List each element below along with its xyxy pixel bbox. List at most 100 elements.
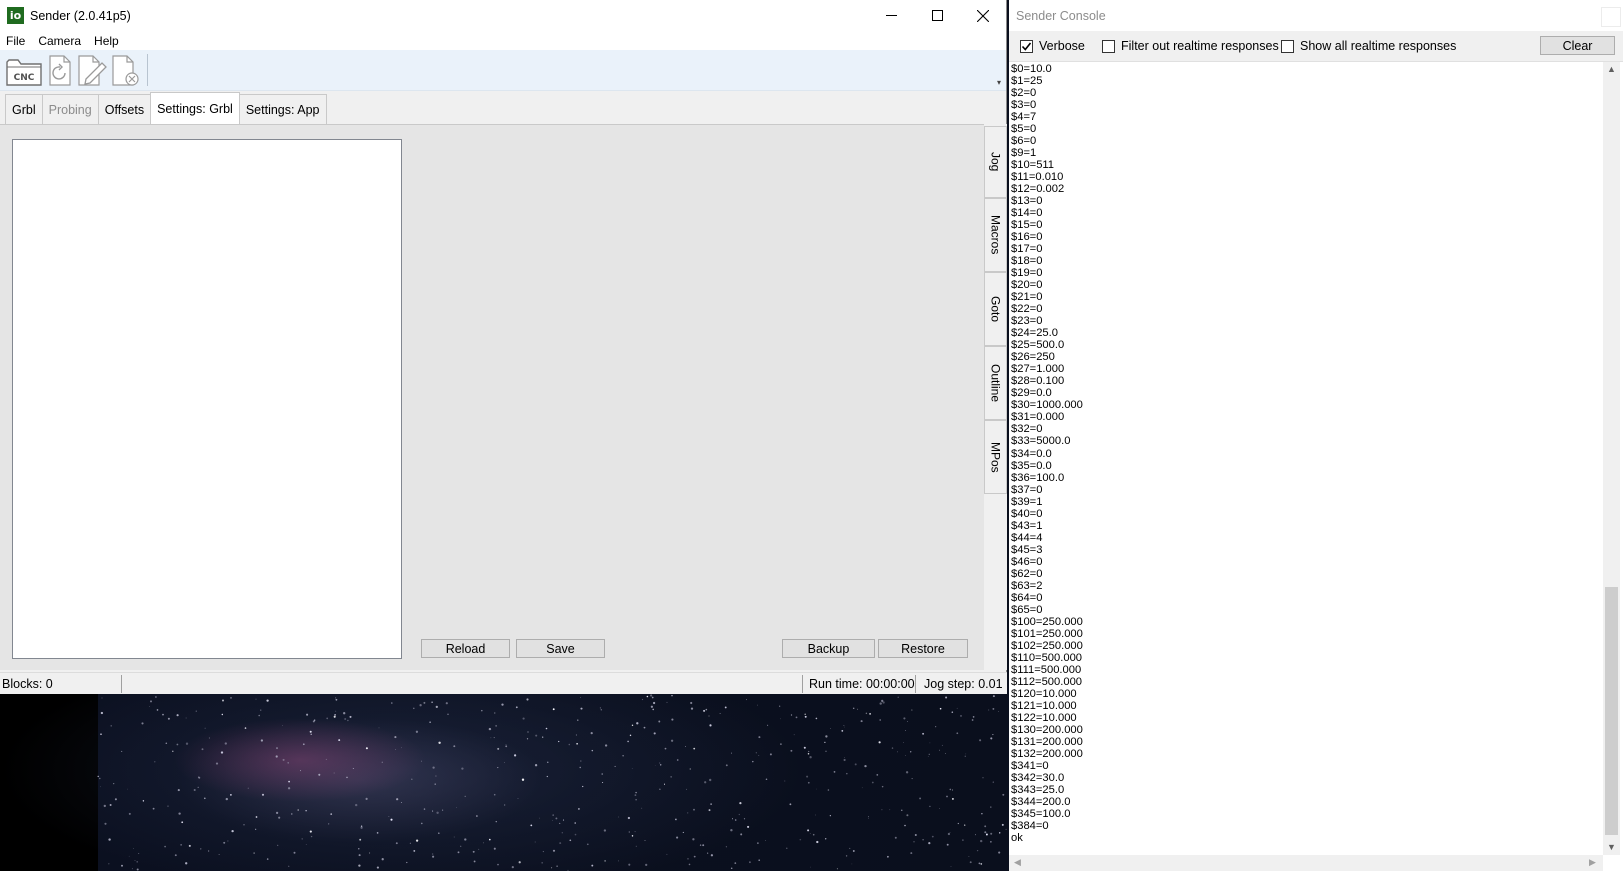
console-titlebar[interactable]: Sender Console — [1009, 0, 1623, 31]
console-line: $9=1 — [1011, 147, 1037, 160]
reload-icon — [49, 55, 71, 86]
console-line: $20=0 — [1011, 279, 1043, 292]
backup-button[interactable]: Backup — [782, 639, 875, 658]
console-line: $15=0 — [1011, 219, 1043, 232]
console-line: $12=0.002 — [1011, 183, 1065, 196]
status-blocks: Blocks: 0 — [2, 677, 53, 691]
tab-settings-app[interactable]: Settings: App — [238, 94, 327, 124]
console-line: $18=0 — [1011, 255, 1043, 268]
console-close-button[interactable] — [1601, 7, 1621, 27]
save-button[interactable]: Save — [516, 639, 605, 658]
side-tab-mpos[interactable]: MPos — [984, 420, 1007, 494]
console-line: $36=100.0 — [1011, 471, 1065, 484]
menu-help[interactable]: Help — [94, 34, 119, 48]
show-realtime-checkbox[interactable]: Show all realtime responses — [1281, 39, 1456, 53]
verbose-checkbox[interactable]: Verbose — [1020, 39, 1085, 53]
console-line: $19=0 — [1011, 267, 1043, 280]
console-window: Sender Console Verbose Filter out realti… — [1009, 0, 1623, 871]
side-tab-jog[interactable]: Jog — [984, 126, 1007, 198]
console-line: $17=0 — [1011, 243, 1043, 256]
console-line: $13=0 — [1011, 195, 1043, 208]
console-line: $25=500.0 — [1011, 339, 1065, 352]
minimize-button[interactable] — [868, 0, 914, 31]
console-output[interactable]: $0=10.0 $1=25 $2=0 $3=0 $4=7 $5=0 $6=0 $9=1 $10=… — [1009, 62, 1603, 855]
verbose-label: Verbose — [1039, 39, 1085, 53]
tab-offsets[interactable]: Offsets — [97, 94, 152, 124]
toolbar-overflow-icon[interactable]: ▾ — [997, 78, 1001, 87]
status-run-time: Run time: 00:00:00 — [809, 677, 915, 691]
tab-probing[interactable]: Probing — [41, 94, 99, 124]
console-vertical-scrollbar[interactable]: ▲ ▼ — [1603, 62, 1620, 855]
show-realtime-checkbox-box[interactable] — [1281, 39, 1294, 53]
maximize-button[interactable] — [914, 0, 960, 31]
main-tabs: Grbl Probing Offsets Settings: Grbl Sett… — [5, 92, 327, 125]
console-line: $121=10.000 — [1011, 699, 1077, 712]
edit-file-button[interactable] — [76, 52, 110, 88]
scroll-down-icon[interactable]: ▼ — [1607, 842, 1616, 852]
console-toolbar: Verbose Filter out realtime responses Sh… — [1009, 31, 1623, 62]
menu-camera[interactable]: Camera — [38, 34, 81, 48]
console-line: $100=250.000 — [1011, 615, 1083, 628]
sender-titlebar[interactable]: io Sender (2.0.41p5) — [0, 0, 1006, 31]
side-tab-strip: Jog Macros Goto Outline MPos — [984, 124, 1007, 670]
side-tab-goto[interactable]: Goto — [984, 272, 1007, 346]
side-tab-outline[interactable]: Outline — [984, 346, 1007, 420]
tab-settings-grbl[interactable]: Settings: Grbl — [150, 92, 240, 125]
svg-text:CNC: CNC — [14, 73, 35, 83]
console-line: $0=10.0 — [1011, 63, 1052, 75]
console-line: $4=7 — [1011, 111, 1037, 124]
scrollbar-thumb[interactable] — [1605, 587, 1618, 835]
console-line: $101=250.000 — [1011, 627, 1083, 640]
filter-realtime-label: Filter out realtime responses — [1121, 39, 1279, 53]
sender-window: io Sender (2.0.41p5) File Camera Help CN… — [0, 0, 1007, 694]
settings-list[interactable] — [12, 139, 402, 659]
console-line: $343=25.0 — [1011, 783, 1065, 796]
main-toolbar: CNC ▾ — [0, 50, 1006, 91]
console-line: $1=25 — [1011, 75, 1043, 88]
console-line: $23=0 — [1011, 315, 1043, 328]
console-line: $130=200.000 — [1011, 723, 1083, 736]
console-line: $40=0 — [1011, 507, 1043, 520]
reload-file-button[interactable] — [46, 52, 80, 88]
close-button[interactable] — [960, 0, 1006, 31]
console-line: $345=100.0 — [1011, 807, 1071, 820]
console-line: $2=0 — [1011, 87, 1037, 100]
console-line: $24=25.0 — [1011, 327, 1058, 340]
console-line: $120=10.000 — [1011, 687, 1077, 700]
console-line: $64=0 — [1011, 591, 1043, 604]
side-tab-macros[interactable]: Macros — [984, 198, 1007, 272]
console-line: $44=4 — [1011, 531, 1043, 544]
console-line: $33=5000.0 — [1011, 435, 1071, 448]
console-line: $63=2 — [1011, 579, 1043, 592]
tab-grbl[interactable]: Grbl — [5, 94, 43, 124]
reload-button[interactable]: Reload — [421, 639, 510, 658]
clear-button[interactable]: Clear — [1540, 36, 1615, 55]
console-line: $342=30.0 — [1011, 771, 1065, 784]
console-line: $111=500.000 — [1011, 663, 1082, 676]
console-line: $16=0 — [1011, 231, 1043, 244]
toolbar-separator — [147, 54, 148, 86]
window-controls — [868, 0, 1006, 31]
console-line: $11=0.010 — [1011, 171, 1064, 184]
console-line: $10=511 — [1011, 159, 1055, 172]
close-file-button[interactable] — [110, 52, 144, 88]
status-separator — [121, 675, 122, 693]
scroll-left-icon[interactable]: ◀ — [1014, 857, 1021, 868]
scroll-right-icon[interactable]: ▶ — [1589, 857, 1596, 868]
console-line: $131=200.000 — [1011, 735, 1083, 748]
console-line: $30=1000.000 — [1011, 399, 1083, 412]
show-realtime-label: Show all realtime responses — [1300, 39, 1457, 53]
console-line: $102=250.000 — [1011, 639, 1083, 652]
console-line: $29=0.0 — [1011, 387, 1052, 400]
open-file-button[interactable]: CNC — [5, 52, 42, 88]
menu-file[interactable]: File — [6, 34, 25, 48]
console-line: $32=0 — [1011, 423, 1043, 436]
window-title: Sender (2.0.41p5) — [30, 8, 131, 23]
restore-button[interactable]: Restore — [878, 639, 968, 658]
console-horizontal-scrollbar[interactable]: ◀ ▶ — [1009, 855, 1603, 871]
verbose-checkbox-box[interactable] — [1020, 39, 1033, 53]
filter-realtime-checkbox-box[interactable] — [1102, 39, 1115, 53]
scroll-up-icon[interactable]: ▲ — [1607, 64, 1616, 74]
console-line: $28=0.100 — [1011, 375, 1065, 388]
filter-realtime-checkbox[interactable]: Filter out realtime responses — [1102, 39, 1279, 53]
